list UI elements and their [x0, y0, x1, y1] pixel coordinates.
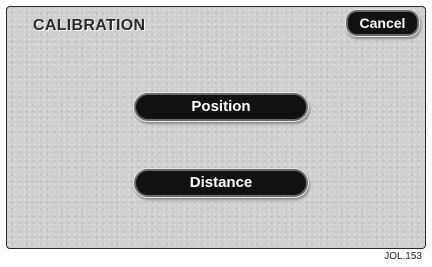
distance-button[interactable]: Distance — [136, 171, 306, 195]
position-button[interactable]: Position — [136, 95, 306, 119]
figure-code: JOL.153 — [384, 251, 422, 262]
page-title: CALIBRATION — [33, 17, 146, 34]
calibration-screen: CALIBRATION Cancel Position Distance — [6, 6, 426, 249]
cancel-button[interactable]: Cancel — [348, 12, 417, 34]
